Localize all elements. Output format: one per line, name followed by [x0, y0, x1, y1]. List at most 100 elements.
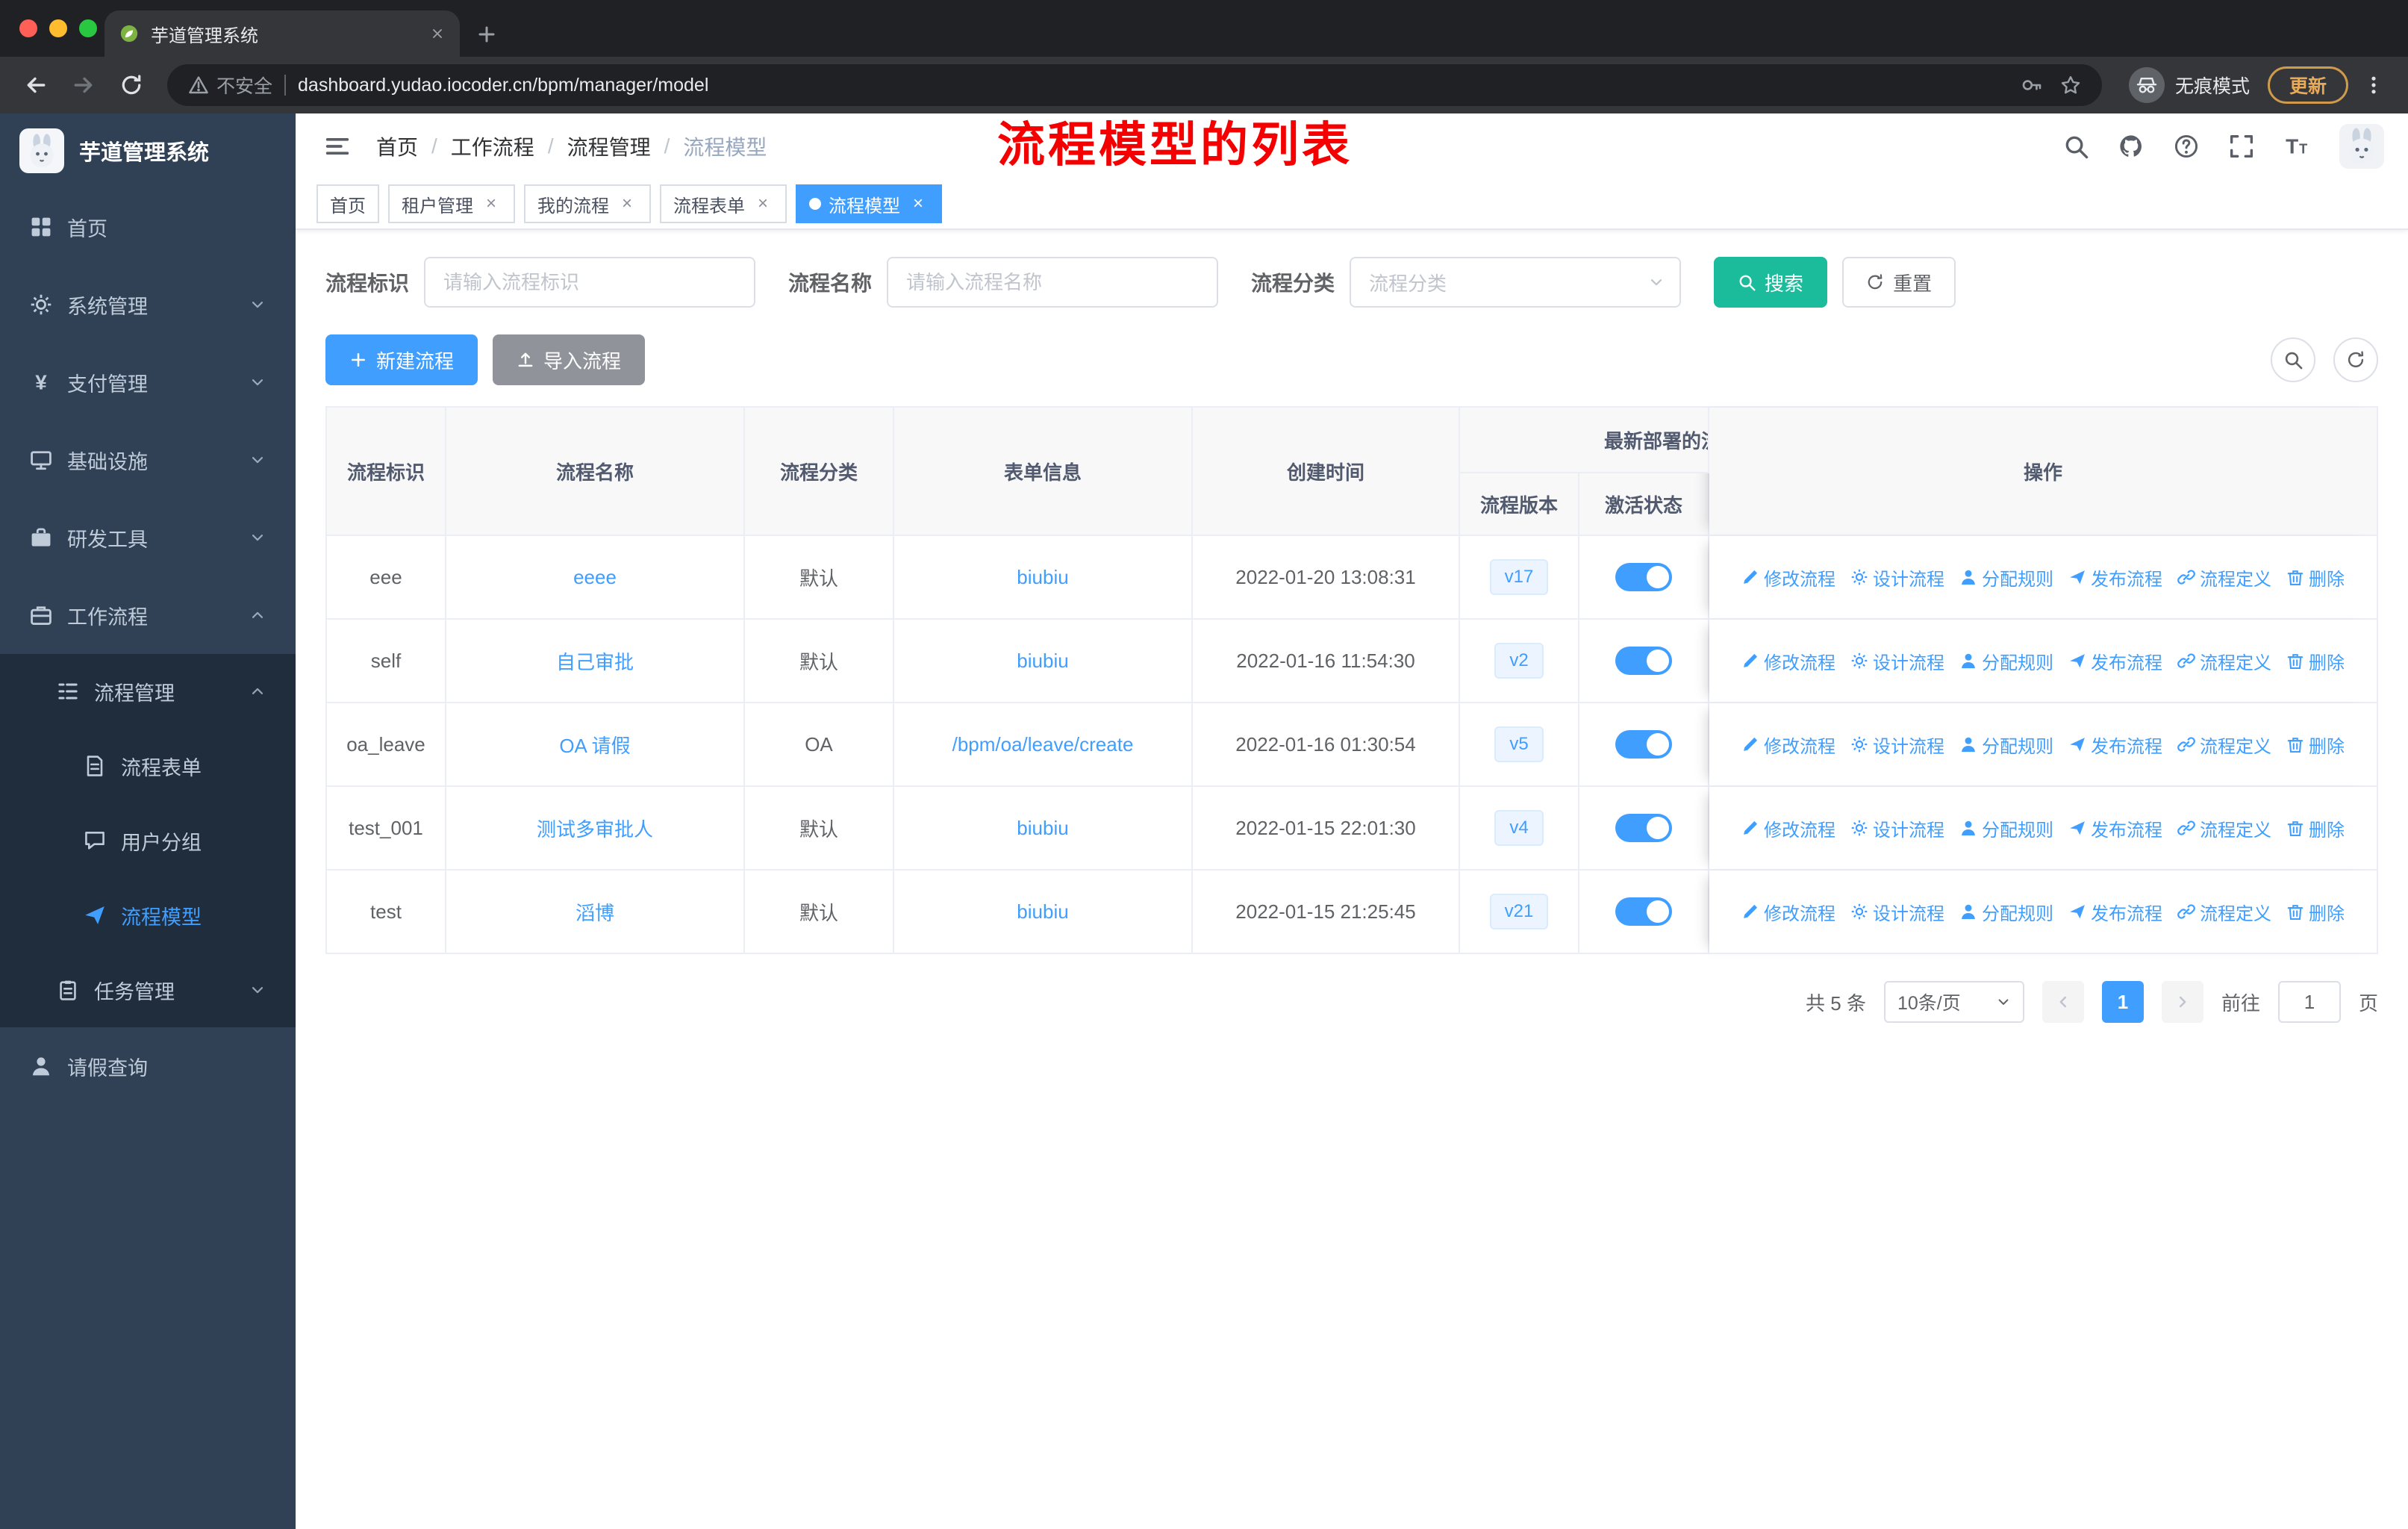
sidebar-item-0[interactable]: 首页 — [0, 188, 296, 266]
sidebar-item-11[interactable]: 请假查询 — [0, 1027, 296, 1105]
form-info-link[interactable]: biubiu — [1017, 650, 1068, 673]
row-action-design[interactable]: 设计流程 — [1850, 564, 1944, 591]
tag-view-0[interactable]: 首页 — [316, 184, 379, 223]
form-info-link[interactable]: biubiu — [1017, 817, 1068, 840]
process-name-link[interactable]: 测试多审批人 — [537, 815, 653, 842]
row-action-delete[interactable]: 删除 — [2286, 815, 2345, 841]
maximize-window-button[interactable] — [79, 19, 97, 37]
tag-close-icon[interactable]: × — [908, 193, 929, 214]
active-toggle[interactable] — [1615, 897, 1672, 926]
tag-view-2[interactable]: 我的流程 × — [524, 184, 651, 223]
fullscreen-icon[interactable] — [2229, 134, 2254, 159]
active-toggle[interactable] — [1615, 647, 1672, 675]
row-action-assign[interactable]: 分配规则 — [1959, 564, 2053, 591]
form-info-link[interactable]: biubiu — [1017, 900, 1068, 924]
row-action-publish[interactable]: 发布流程 — [2068, 815, 2162, 841]
row-action-publish[interactable]: 发布流程 — [2068, 899, 2162, 925]
row-action-publish[interactable]: 发布流程 — [2068, 732, 2162, 758]
breadcrumb-home[interactable]: 首页 — [376, 131, 418, 161]
tag-view-1[interactable]: 租户管理 × — [388, 184, 515, 223]
help-icon[interactable] — [2174, 134, 2199, 159]
row-action-definition[interactable]: 流程定义 — [2177, 899, 2271, 925]
row-action-definition[interactable]: 流程定义 — [2177, 732, 2271, 758]
search-icon[interactable] — [2063, 134, 2089, 159]
row-action-design[interactable]: 设计流程 — [1850, 899, 1944, 925]
next-page-button[interactable] — [2161, 981, 2203, 1023]
browser-update-button[interactable]: 更新 — [2267, 66, 2348, 104]
process-name-link[interactable]: 自己审批 — [556, 647, 634, 675]
goto-page-input[interactable] — [2277, 981, 2341, 1023]
refresh-table-button[interactable] — [2333, 337, 2378, 382]
bookmark-star-icon[interactable] — [2060, 75, 2081, 96]
process-name-link[interactable]: OA 请假 — [559, 731, 630, 759]
minimize-window-button[interactable] — [49, 19, 67, 37]
row-action-design[interactable]: 设计流程 — [1850, 732, 1944, 758]
row-action-delete[interactable]: 删除 — [2286, 732, 2345, 758]
row-action-publish[interactable]: 发布流程 — [2068, 564, 2162, 591]
search-button[interactable]: 搜索 — [1714, 257, 1828, 308]
tag-view-4[interactable]: 流程模型 × — [796, 184, 942, 223]
process-category-select[interactable]: 流程分类 — [1350, 257, 1682, 308]
tag-close-icon[interactable]: × — [481, 193, 502, 214]
sidebar-item-1[interactable]: 系统管理 — [0, 266, 296, 343]
sidebar-item-4[interactable]: 研发工具 — [0, 499, 296, 576]
page-size-select[interactable]: 10条/页 — [1883, 981, 2024, 1023]
breadcrumb-process-management[interactable]: 流程管理 — [567, 131, 651, 161]
tab-close-icon[interactable] — [430, 26, 445, 41]
tag-view-3[interactable]: 流程表单 × — [660, 184, 787, 223]
tag-close-icon[interactable]: × — [752, 193, 773, 214]
sidebar-item-6[interactable]: 流程管理 — [0, 654, 296, 729]
row-action-design[interactable]: 设计流程 — [1850, 815, 1944, 841]
row-action-edit[interactable]: 修改流程 — [1741, 732, 1835, 758]
hamburger-icon[interactable] — [319, 128, 355, 164]
breadcrumb-workflow[interactable]: 工作流程 — [451, 131, 534, 161]
sidebar-item-8[interactable]: 用户分组 — [0, 803, 296, 878]
row-action-definition[interactable]: 流程定义 — [2177, 564, 2271, 591]
user-avatar[interactable] — [2339, 124, 2384, 169]
sidebar-item-7[interactable]: 流程表单 — [0, 729, 296, 803]
row-action-assign[interactable]: 分配规则 — [1959, 648, 2053, 674]
forward-button[interactable] — [63, 64, 105, 106]
sidebar-item-2[interactable]: ¥ 支付管理 — [0, 343, 296, 421]
reset-button[interactable]: 重置 — [1842, 257, 1956, 308]
import-process-button[interactable]: 导入流程 — [493, 334, 646, 385]
tag-close-icon[interactable]: × — [617, 193, 637, 214]
sidebar-item-3[interactable]: 基础设施 — [0, 421, 296, 499]
row-action-definition[interactable]: 流程定义 — [2177, 648, 2271, 674]
reload-button[interactable] — [110, 64, 152, 106]
sidebar-item-9[interactable]: 流程模型 — [0, 878, 296, 953]
github-icon[interactable] — [2118, 134, 2144, 159]
process-name-link[interactable]: eeee — [573, 566, 617, 589]
row-action-edit[interactable]: 修改流程 — [1741, 564, 1835, 591]
row-action-assign[interactable]: 分配规则 — [1959, 815, 2053, 841]
new-tab-button[interactable] — [466, 12, 508, 57]
row-action-assign[interactable]: 分配规则 — [1959, 732, 2053, 758]
form-info-link[interactable]: /bpm/oa/leave/create — [952, 733, 1134, 756]
browser-tab[interactable]: 芋道管理系统 — [105, 10, 460, 57]
row-action-delete[interactable]: 删除 — [2286, 899, 2345, 925]
browser-menu-button[interactable] — [2354, 66, 2393, 105]
create-process-button[interactable]: 新建流程 — [325, 334, 478, 385]
active-toggle[interactable] — [1615, 563, 1672, 591]
sidebar-item-5[interactable]: 工作流程 — [0, 576, 296, 654]
row-action-edit[interactable]: 修改流程 — [1741, 899, 1835, 925]
row-action-delete[interactable]: 删除 — [2286, 564, 2345, 591]
row-action-delete[interactable]: 删除 — [2286, 648, 2345, 674]
row-action-design[interactable]: 设计流程 — [1850, 648, 1944, 674]
current-page-button[interactable]: 1 — [2101, 981, 2144, 1023]
close-window-button[interactable] — [19, 19, 37, 37]
address-bar[interactable]: 不安全 dashboard.yudao.iocoder.cn/bpm/manag… — [167, 64, 2102, 106]
row-action-definition[interactable]: 流程定义 — [2177, 815, 2271, 841]
process-name-input[interactable] — [887, 257, 1219, 308]
font-size-icon[interactable]: TT — [2284, 134, 2309, 159]
security-chip[interactable]: 不安全 — [188, 72, 272, 99]
prev-page-button[interactable] — [2042, 981, 2084, 1023]
row-action-publish[interactable]: 发布流程 — [2068, 648, 2162, 674]
row-action-edit[interactable]: 修改流程 — [1741, 815, 1835, 841]
form-info-link[interactable]: biubiu — [1017, 566, 1068, 589]
row-action-assign[interactable]: 分配规则 — [1959, 899, 2053, 925]
process-name-link[interactable]: 滔博 — [576, 898, 614, 926]
active-toggle[interactable] — [1615, 814, 1672, 842]
row-action-edit[interactable]: 修改流程 — [1741, 648, 1835, 674]
back-button[interactable] — [15, 64, 57, 106]
